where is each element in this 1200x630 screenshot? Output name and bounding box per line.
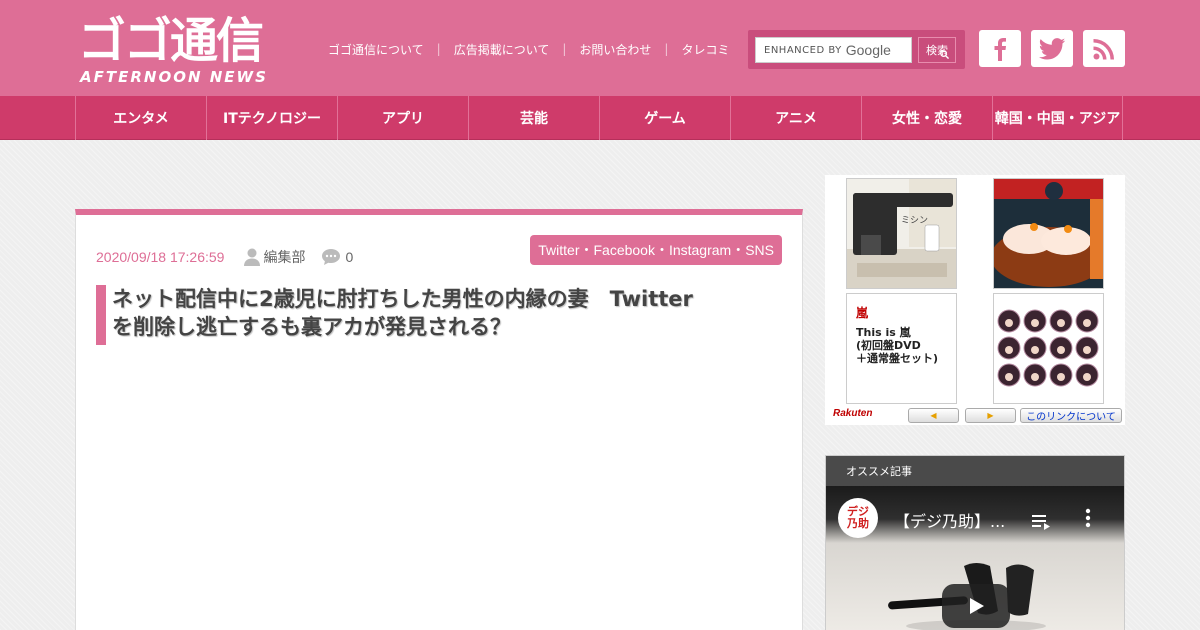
recommended-heading: オススメ記事 (826, 456, 1124, 486)
article-title-line-1: ネット配信中に2歳児に肘打ちした男性の内縁の妻 Twitter (112, 287, 693, 311)
header-link-contact[interactable]: お問い合わせ (579, 41, 651, 58)
ad-item-arashi-dvd[interactable]: 嵐 This is 嵐 (初回盤DVD ＋通常盤セット) (846, 293, 957, 404)
author-name: 編集部 (263, 250, 306, 266)
play-button[interactable] (942, 584, 1010, 628)
ad-item-sewing-label: ミシン (901, 216, 929, 226)
rakuten-logo[interactable]: Rakuten (833, 408, 872, 419)
channel-avatar-name: デジ乃助 (847, 505, 869, 530)
search-box: ENHANCED BY Google 検索 (748, 30, 965, 69)
article-title-line-2: を削除し逃亡するも裏アカが発見される？ (112, 315, 511, 339)
search-input[interactable]: ENHANCED BY Google (755, 37, 912, 63)
recommended-widget: オススメ記事 デジ乃助 【デジ乃助】... (825, 455, 1125, 630)
header-separator: | (664, 42, 669, 56)
search-button[interactable]: 検索 (918, 37, 956, 63)
nav-item-it-technology[interactable]: ITテクノロジー (206, 96, 337, 140)
facebook-button[interactable] (979, 30, 1021, 67)
character-badges-image (997, 309, 1099, 387)
ad-item-sushi[interactable] (993, 178, 1104, 289)
playlist-icon[interactable] (1032, 514, 1052, 530)
article-title: ネット配信中に2歳児に肘打ちした男性の内縁の妻 Twitter を削除し逃亡する… (112, 285, 784, 341)
header-link-about[interactable]: ゴゴ通信について (328, 41, 424, 58)
logo-main-text: ゴゴ通信 (78, 13, 264, 69)
rss-icon (1093, 38, 1114, 59)
sewing-machine-image (847, 179, 956, 288)
ad-arashi-line-3: ＋通常盤セット) (856, 352, 939, 365)
comment-count: 0 (345, 249, 354, 265)
header-separator: | (436, 42, 441, 56)
rakuten-ad: ミシン 嵐 This is 嵐 (初回盤DVD ＋通常盤セット) Rakuten… (825, 175, 1125, 425)
more-options-icon[interactable] (1085, 508, 1091, 528)
user-icon (244, 248, 261, 266)
facebook-icon (994, 37, 1006, 61)
nav-item-asia[interactable]: 韓国・中国・アジア (992, 96, 1123, 140)
channel-avatar[interactable]: デジ乃助 (838, 498, 878, 538)
comment-icon (322, 249, 341, 265)
nav-item-apps[interactable]: アプリ (337, 96, 468, 140)
article-comments[interactable]: 0 (321, 248, 353, 266)
article-title-block: ネット配信中に2歳児に肘打ちした男性の内縁の妻 Twitter を削除し逃亡する… (96, 285, 784, 345)
twitter-button[interactable] (1031, 30, 1073, 67)
nav-item-women-love[interactable]: 女性・恋愛 (861, 96, 992, 140)
search-enhanced-label: ENHANCED BY (764, 44, 842, 56)
header-separator: | (562, 42, 567, 56)
header-link-advertise[interactable]: 広告掲載について (454, 41, 550, 58)
article-author[interactable]: 編集部 (244, 247, 305, 267)
category-badge[interactable]: Twitter・Facebook・Instagram・SNS (530, 235, 782, 265)
video-title[interactable]: 【デジ乃助】... (894, 508, 1005, 532)
ad-item-character-badges[interactable] (993, 293, 1104, 404)
header-link-tip[interactable]: タレコミ (681, 41, 729, 58)
ad-arashi-title: 嵐 (856, 306, 869, 320)
nav-item-entertainment[interactable]: エンタメ (75, 96, 206, 140)
twitter-icon (1038, 37, 1066, 60)
nav-item-anime[interactable]: アニメ (730, 96, 861, 140)
ad-about-link-button[interactable]: このリンクについて (1020, 408, 1122, 423)
prev-arrow-icon: ◀ (930, 411, 937, 420)
header-links: ゴゴ通信について | 広告掲載について | お問い合わせ | タレコミ (328, 40, 729, 58)
article-meta: 2020/09/18 17:26:59 編集部 0 (96, 245, 353, 269)
article-date: 2020/09/18 17:26:59 (96, 249, 225, 265)
ad-prev-button[interactable]: ◀ (908, 408, 959, 423)
sushi-image (994, 179, 1103, 288)
logo-sub-text: AFTERNOON NEWS (80, 68, 268, 86)
next-arrow-icon: ▶ (987, 411, 994, 420)
search-google-brand: Google (845, 42, 891, 58)
site-logo[interactable]: ゴゴ通信 AFTERNOON NEWS (78, 14, 308, 86)
rss-button[interactable] (1083, 30, 1125, 67)
article-card: 2020/09/18 17:26:59 編集部 0 Twitter・Facebo… (75, 209, 803, 630)
ad-next-button[interactable]: ▶ (965, 408, 1016, 423)
search-icon (940, 50, 949, 59)
ad-item-sewing-machine[interactable]: ミシン (846, 178, 957, 289)
main-nav: エンタメ ITテクノロジー アプリ 芸能 ゲーム アニメ 女性・恋愛 韓国・中国… (0, 96, 1200, 140)
youtube-embed[interactable]: デジ乃助 【デジ乃助】... (826, 486, 1124, 630)
site-header: ゴゴ通信 AFTERNOON NEWS ゴゴ通信について | 広告掲載について … (0, 0, 1200, 96)
nav-item-celebrity[interactable]: 芸能 (468, 96, 599, 140)
play-icon (970, 598, 984, 614)
nav-item-games[interactable]: ゲーム (599, 96, 730, 140)
